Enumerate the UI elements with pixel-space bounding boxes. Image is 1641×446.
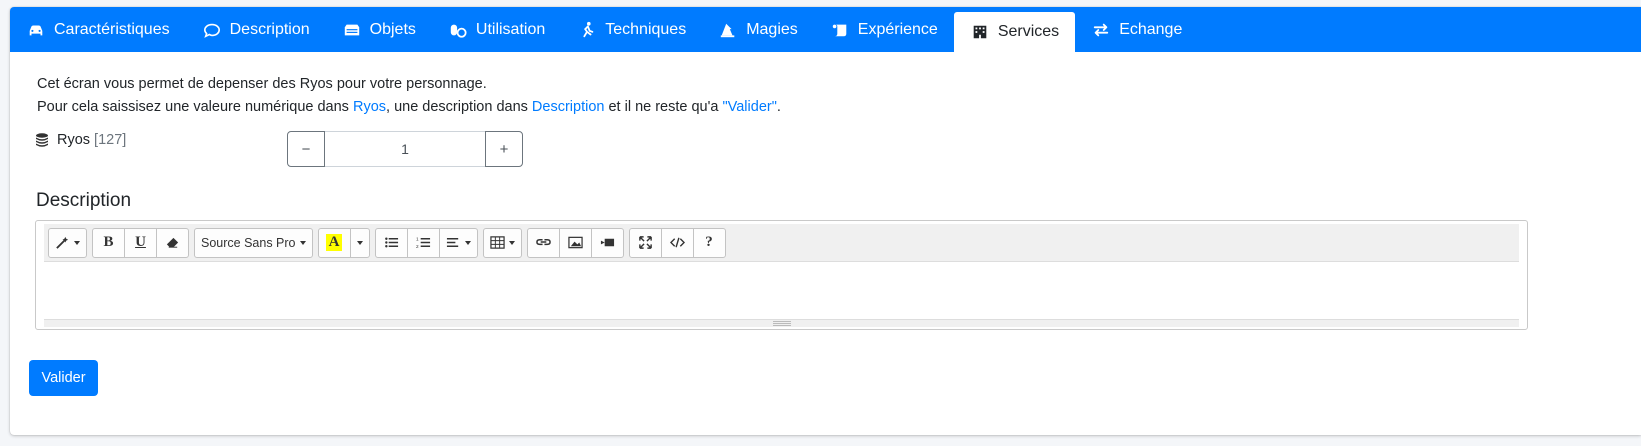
link-icon <box>535 238 551 246</box>
intro-text-part: et il ne reste qu'a <box>604 99 723 115</box>
underline-label: U <box>135 234 146 250</box>
tab-label: Magies <box>746 20 798 38</box>
tab-label: Utilisation <box>475 20 546 38</box>
intro-text-part: . <box>776 99 781 115</box>
tab-bar: Caractéristiques Description Objets Util… <box>10 7 1641 52</box>
tab-services[interactable]: Services <box>953 12 1076 52</box>
rich-text-editor: B U Source Sans Pro A 12 ? <box>35 220 1528 330</box>
grip-icon <box>772 321 791 326</box>
picture-icon <box>567 236 583 249</box>
tab-experience[interactable]: Expérience <box>814 7 954 52</box>
magic-wand-icon <box>56 236 69 249</box>
tab-label: Description <box>229 20 310 38</box>
building-icon <box>970 22 990 42</box>
pills-icon <box>448 20 468 40</box>
video-button[interactable] <box>590 227 624 258</box>
link-button[interactable] <box>526 227 560 258</box>
tab-magies[interactable]: Magies <box>702 7 814 52</box>
intro-line-2: Pour cela saissisez une valeure numériqu… <box>37 96 781 119</box>
code-view-button[interactable] <box>660 227 694 258</box>
intro-text: Cet écran vous permet de depenser des Ry… <box>37 73 781 119</box>
bold-button[interactable]: B <box>92 227 125 258</box>
table-icon <box>489 236 505 249</box>
help-button[interactable]: ? <box>692 227 726 258</box>
decrement-button[interactable]: − <box>287 131 325 167</box>
box-icon <box>342 20 362 40</box>
hat-wizard-icon <box>718 20 738 40</box>
editor-resize-handle[interactable] <box>44 319 1519 327</box>
tab-caracteristiques[interactable]: Caractéristiques <box>10 7 186 52</box>
paragraph-align-button[interactable] <box>438 227 478 258</box>
increment-button[interactable]: + <box>485 131 523 167</box>
intro-line-1: Cet écran vous permet de depenser des Ry… <box>37 76 487 92</box>
picture-button[interactable] <box>558 227 592 258</box>
description-link[interactable]: Description <box>532 99 605 115</box>
ryos-input[interactable] <box>325 131 485 167</box>
intro-text-part: , une description dans <box>386 99 532 115</box>
table-button[interactable] <box>482 227 522 258</box>
highlight-label: A <box>325 234 343 251</box>
video-icon <box>600 238 614 247</box>
font-family-select[interactable]: Source Sans Pro <box>194 227 313 258</box>
tab-label: Echange <box>1119 20 1183 38</box>
tab-objets[interactable]: Objets <box>326 7 432 52</box>
submit-button[interactable]: Valider <box>29 360 98 396</box>
main-card: Caractéristiques Description Objets Util… <box>10 7 1641 435</box>
tab-label: Objets <box>369 20 416 38</box>
highlight-color-button[interactable]: A <box>317 227 351 258</box>
tab-label: Caractéristiques <box>54 20 170 38</box>
align-left-icon <box>446 238 458 247</box>
running-icon <box>577 20 597 40</box>
tab-utilisation[interactable]: Utilisation <box>432 7 561 52</box>
tab-label: Services <box>997 23 1060 40</box>
ryos-count: [127] <box>94 132 127 148</box>
expand-icon <box>638 236 652 249</box>
scroll-icon <box>830 20 850 40</box>
svg-text:1: 1 <box>416 237 419 242</box>
tab-description[interactable]: Description <box>186 7 326 52</box>
svg-text:2: 2 <box>416 244 419 249</box>
comment-icon <box>202 20 222 40</box>
exchange-icon <box>1091 20 1111 40</box>
eraser-icon <box>166 237 179 248</box>
description-title: Description <box>36 190 132 211</box>
ryos-link[interactable]: Ryos <box>353 99 386 115</box>
ordered-list-button[interactable]: 12 <box>406 227 440 258</box>
list-ul-icon <box>384 237 398 248</box>
coins-icon <box>36 133 48 147</box>
valider-link[interactable]: "Valider" <box>723 99 777 115</box>
font-family-label: Source Sans Pro <box>201 235 296 250</box>
tab-label: Techniques <box>605 20 687 38</box>
ryos-label-row: Ryos [127] <box>35 132 126 148</box>
color-dropdown-button[interactable] <box>349 227 370 258</box>
list-ol-icon: 12 <box>416 237 430 249</box>
tab-label: Expérience <box>857 20 938 38</box>
intro-text-part: Pour cela saissisez une valeure numériqu… <box>37 99 353 115</box>
tab-techniques[interactable]: Techniques <box>561 7 702 52</box>
code-icon <box>669 237 685 248</box>
fullscreen-button[interactable] <box>628 227 662 258</box>
editor-content-area[interactable] <box>44 262 1519 319</box>
magic-style-button[interactable] <box>48 227 87 258</box>
clear-format-button[interactable] <box>156 227 189 258</box>
underline-button[interactable]: U <box>124 227 157 258</box>
unordered-list-button[interactable] <box>374 227 408 258</box>
tab-echange[interactable]: Echange <box>1075 7 1198 52</box>
editor-toolbar: B U Source Sans Pro A 12 ? <box>44 224 1519 262</box>
ryos-label: Ryos <box>57 132 91 148</box>
ryos-stepper: − + <box>287 131 523 167</box>
car-icon <box>26 20 46 40</box>
